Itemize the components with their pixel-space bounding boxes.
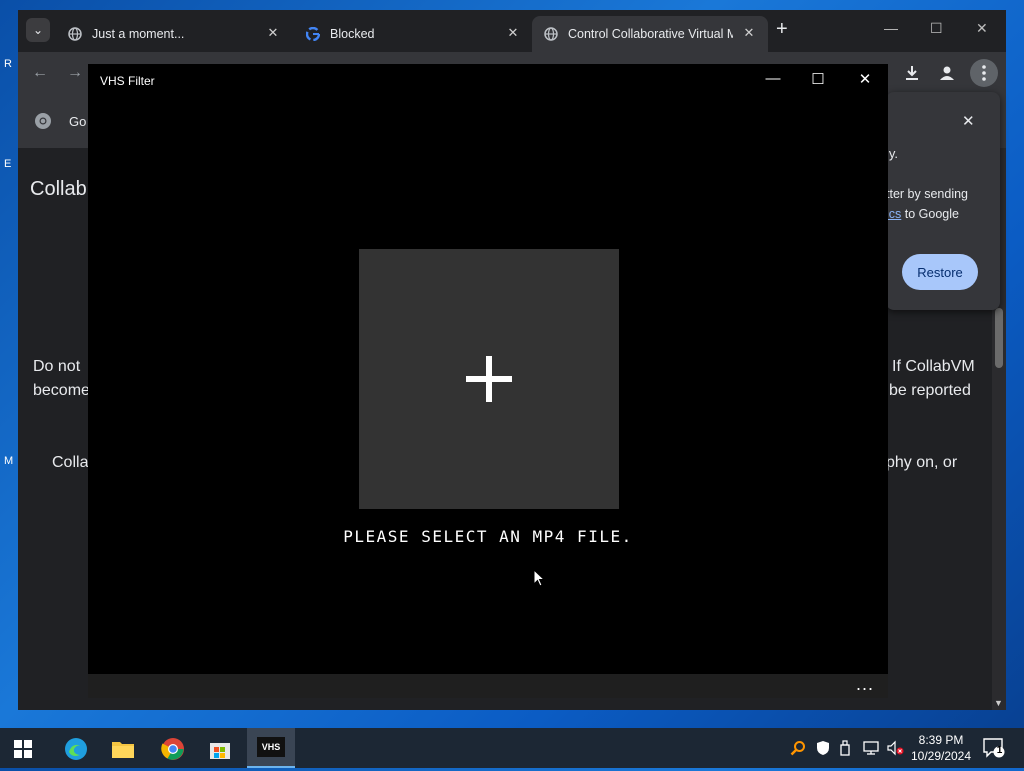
taskbar-clock[interactable]: 8:39 PM 10/29/2024	[906, 732, 976, 764]
close-popup-icon[interactable]: ✕	[962, 112, 975, 130]
bookmark-label[interactable]: Go	[69, 114, 86, 129]
notification-center-button[interactable]: 1	[983, 738, 1005, 763]
security-shield-icon[interactable]	[816, 740, 830, 759]
file-explorer-icon[interactable]	[103, 732, 143, 766]
volume-muted-icon[interactable]	[886, 740, 904, 759]
scroll-down-arrow-icon[interactable]: ▼	[994, 698, 1003, 708]
page-text: Colla	[52, 454, 89, 471]
desktop-icon-label[interactable]: M	[4, 455, 13, 467]
usb-device-icon[interactable]	[840, 740, 850, 759]
popup-text: tter by sending	[886, 187, 968, 201]
close-window-icon[interactable]: ✕	[976, 20, 988, 37]
back-arrow-icon[interactable]: ←	[28, 61, 52, 85]
page-text: become	[33, 382, 90, 399]
forward-arrow-icon[interactable]: →	[63, 61, 87, 85]
tab-collabvm[interactable]: Control Collaborative Virtual M ✕	[532, 16, 768, 52]
minimize-icon[interactable]: —	[761, 70, 785, 87]
google-g-icon	[305, 26, 321, 42]
close-window-icon[interactable]: ✕	[853, 70, 877, 88]
microsoft-store-icon[interactable]	[200, 732, 240, 766]
search-icon[interactable]	[790, 740, 806, 759]
chrome-logo-icon	[34, 112, 52, 135]
restore-button[interactable]: Restore	[902, 254, 978, 290]
download-icon[interactable]	[900, 61, 924, 85]
maximize-icon[interactable]: ☐	[930, 20, 943, 37]
taskbar: VHS 8:39 PM 10/29/2024 1	[0, 728, 1024, 768]
new-tab-button[interactable]: +	[776, 19, 788, 39]
vhs-filter-window: VHS Filter — ☐ ✕ PLEASE SELECT AN MP4 FI…	[88, 64, 888, 674]
notification-count: 1	[996, 745, 1003, 756]
restore-popup: ✕ ly. tter by sending ics to Google Rest…	[886, 92, 1000, 310]
close-tab-icon[interactable]: ✕	[740, 24, 758, 42]
vhs-filter-taskbar-button[interactable]: VHS	[247, 728, 295, 768]
chrome-icon[interactable]	[153, 732, 193, 766]
page-text: phy on, or	[886, 454, 958, 471]
browser-bottom-bar: ...	[88, 674, 888, 698]
mouse-cursor-icon	[533, 568, 546, 592]
globe-icon	[68, 27, 82, 41]
scrollbar-thumb[interactable]	[995, 308, 1003, 368]
minimize-icon[interactable]: —	[884, 20, 898, 36]
more-menu-icon[interactable]	[970, 59, 998, 87]
page-text: be reported	[889, 382, 971, 399]
page-text: If CollabVM	[892, 358, 975, 375]
metrics-link[interactable]: ics	[886, 207, 901, 221]
window-title: VHS Filter	[100, 74, 155, 88]
desktop-icon-label[interactable]: E	[4, 158, 11, 170]
close-tab-icon[interactable]: ✕	[264, 24, 282, 42]
network-icon[interactable]	[862, 740, 880, 759]
close-tab-icon[interactable]: ✕	[504, 24, 522, 42]
tab-search-dropdown[interactable]: ⌄	[26, 18, 50, 42]
tab-title: Just a moment...	[92, 27, 185, 41]
tab-title: Control Collaborative Virtual M	[568, 27, 733, 41]
desktop-icon-label[interactable]: R	[4, 58, 12, 70]
windows-start-icon[interactable]	[14, 740, 32, 763]
clock-time: 8:39 PM	[918, 733, 964, 747]
more-options-icon[interactable]: ...	[856, 674, 874, 695]
tab-title: Blocked	[330, 27, 375, 41]
maximize-icon[interactable]: ☐	[806, 70, 830, 88]
popup-text: to Google	[901, 207, 959, 221]
edge-icon[interactable]	[56, 732, 96, 766]
vhs-app-icon: VHS	[257, 737, 285, 757]
tab-blocked[interactable]: Blocked ✕	[294, 16, 530, 52]
file-select-dropzone[interactable]	[359, 249, 619, 509]
page-heading: Collab	[30, 178, 87, 200]
page-text: Do not	[33, 358, 81, 375]
tab-just-a-moment[interactable]: Just a moment... ✕	[56, 16, 292, 52]
globe-icon	[544, 27, 558, 41]
clock-date: 10/29/2024	[910, 749, 972, 763]
chevron-down-icon: ⌄	[32, 23, 44, 37]
tab-strip: ⌄ Just a moment... ✕ Blocked ✕ Control C…	[18, 10, 1006, 52]
select-file-message: PLEASE SELECT AN MP4 FILE.	[343, 527, 633, 546]
profile-icon[interactable]	[935, 61, 959, 85]
